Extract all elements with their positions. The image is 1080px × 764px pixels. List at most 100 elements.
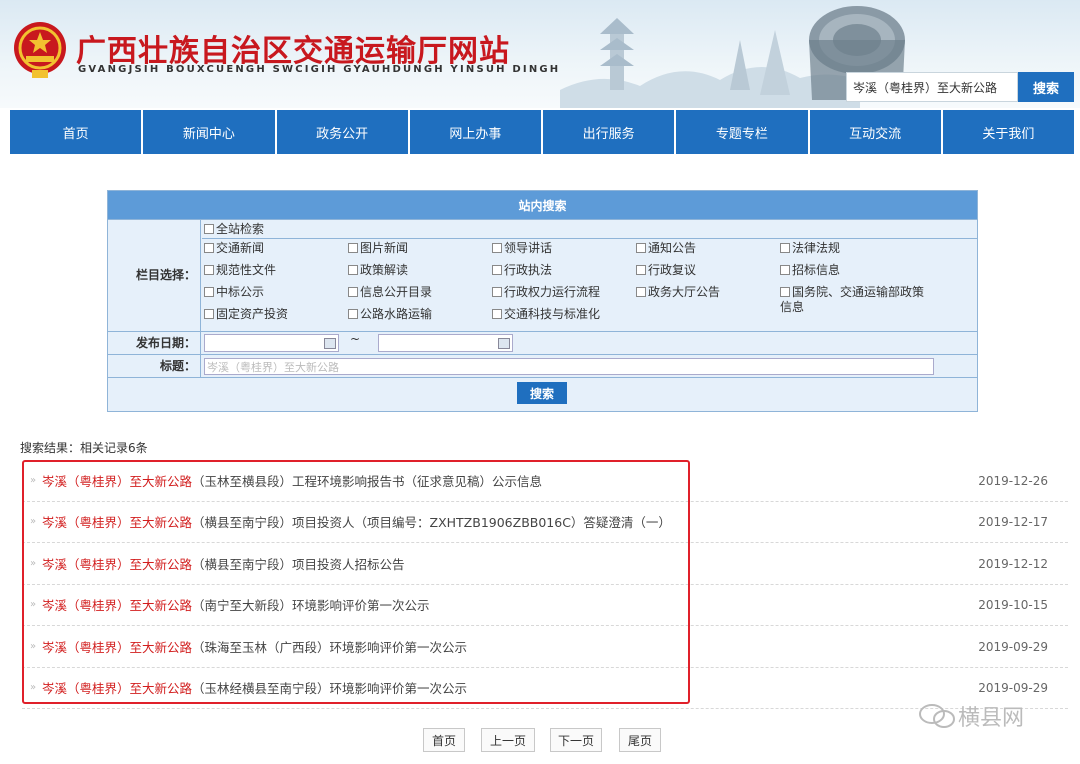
header-search-button[interactable]: 搜索 bbox=[1018, 72, 1074, 102]
checkbox-category[interactable]: 交通新闻 bbox=[204, 241, 264, 256]
checkbox-category[interactable]: 招标信息 bbox=[780, 263, 840, 278]
checkbox-icon[interactable] bbox=[348, 309, 358, 319]
checkbox-icon[interactable] bbox=[780, 243, 790, 253]
checkbox-icon[interactable] bbox=[348, 287, 358, 297]
list-item[interactable]: » 岑溪（粤桂界）至大新公路 （珠海至玉林（广西段）环境影响评价第一次公示 20… bbox=[22, 626, 1068, 668]
watermark: 横县网 bbox=[918, 700, 1024, 732]
calendar-icon[interactable] bbox=[324, 338, 336, 349]
result-title[interactable]: （珠海至玉林（广西段）环境影响评价第一次公示 bbox=[192, 637, 467, 656]
result-highlight[interactable]: 岑溪（粤桂界）至大新公路 bbox=[42, 512, 192, 531]
checkbox-category[interactable]: 信息公开目录 bbox=[348, 285, 432, 300]
nav-item-online-services[interactable]: 网上办事 bbox=[409, 110, 543, 154]
checkbox-category[interactable]: 通知公告 bbox=[636, 241, 696, 256]
checkbox-category[interactable]: 规范性文件 bbox=[204, 263, 276, 278]
list-item[interactable]: » 岑溪（粤桂界）至大新公路 （玉林至横县段）工程环境影响报告书（征求意见稿）公… bbox=[22, 460, 1068, 502]
list-item[interactable]: » 岑溪（粤桂界）至大新公路 （横县至南宁段）项目投资人招标公告 2019-12… bbox=[22, 543, 1068, 585]
panel-search-button[interactable]: 搜索 bbox=[517, 382, 567, 404]
pager-prev-button[interactable]: 上一页 bbox=[481, 728, 535, 752]
checkbox-category[interactable]: 政策解读 bbox=[348, 263, 408, 278]
result-title[interactable]: （横县至南宁段）项目投资人（项目编号：ZXHTZB1906ZBB016C）答疑澄… bbox=[192, 512, 671, 531]
checkbox-icon[interactable] bbox=[204, 287, 214, 297]
checkbox-icon[interactable] bbox=[636, 287, 646, 297]
result-highlight[interactable]: 岑溪（粤桂界）至大新公路 bbox=[42, 595, 192, 614]
result-title[interactable]: （玉林至横县段）工程环境影响报告书（征求意见稿）公示信息 bbox=[192, 471, 542, 490]
list-item[interactable]: » 岑溪（粤桂界）至大新公路 （玉林经横县至南宁段）环境影响评价第一次公示 20… bbox=[22, 668, 1068, 709]
result-date: 2019-12-12 bbox=[978, 556, 1048, 571]
double-chevron-icon: » bbox=[30, 474, 37, 486]
result-date: 2019-12-26 bbox=[978, 473, 1048, 488]
title-row: 标题： bbox=[108, 354, 977, 377]
checkbox-icon[interactable] bbox=[636, 243, 646, 253]
result-title[interactable]: （南宁至大新段）环境影响评价第一次公示 bbox=[192, 595, 430, 614]
nav-item-home[interactable]: 首页 bbox=[10, 110, 144, 154]
checkbox-category[interactable]: 行政权力运行流程 bbox=[492, 285, 600, 300]
result-highlight[interactable]: 岑溪（粤桂界）至大新公路 bbox=[42, 471, 192, 490]
title-label: 标题： bbox=[108, 355, 201, 377]
result-highlight[interactable]: 岑溪（粤桂界）至大新公路 bbox=[42, 637, 192, 656]
main-nav: 首页 新闻中心 政务公开 网上办事 出行服务 专题专栏 互动交流 关于我们 bbox=[10, 110, 1074, 154]
national-emblem-icon bbox=[14, 22, 66, 78]
list-item[interactable]: » 岑溪（粤桂界）至大新公路 （南宁至大新段）环境影响评价第一次公示 2019-… bbox=[22, 585, 1068, 626]
date-separator: ~ bbox=[350, 332, 361, 346]
pager-last-button[interactable]: 尾页 bbox=[619, 728, 661, 752]
checkbox-icon[interactable] bbox=[492, 287, 502, 297]
result-title[interactable]: （横县至南宁段）项目投资人招标公告 bbox=[192, 554, 405, 573]
date-row: 发布日期： ~ bbox=[108, 331, 977, 354]
checkbox-icon[interactable] bbox=[492, 243, 502, 253]
checkbox-icon[interactable] bbox=[204, 309, 214, 319]
pager-first-button[interactable]: 首页 bbox=[423, 728, 465, 752]
nav-item-travel[interactable]: 出行服务 bbox=[543, 110, 677, 154]
nav-item-about[interactable]: 关于我们 bbox=[942, 110, 1074, 154]
list-item[interactable]: » 岑溪（粤桂界）至大新公路 （横县至南宁段）项目投资人（项目编号：ZXHTZB… bbox=[22, 502, 1068, 543]
checkbox-icon[interactable] bbox=[492, 309, 502, 319]
site-header: 广西壮族自治区交通运输厅网站 GVANGJSIH BOUXCUENGH SWCI… bbox=[0, 0, 1080, 108]
checkbox-icon[interactable] bbox=[204, 265, 214, 275]
result-list: » 岑溪（粤桂界）至大新公路 （玉林至横县段）工程环境影响报告书（征求意见稿）公… bbox=[22, 460, 1068, 709]
calendar-icon[interactable] bbox=[498, 338, 510, 349]
header-search-input[interactable] bbox=[846, 72, 1018, 102]
checkbox-icon[interactable] bbox=[348, 243, 358, 253]
checkbox-category[interactable]: 政务大厅公告 bbox=[636, 285, 720, 300]
checkbox-icon[interactable] bbox=[348, 265, 358, 275]
checkbox-category[interactable]: 行政执法 bbox=[492, 263, 552, 278]
checkbox-category[interactable]: 公路水路运输 bbox=[348, 307, 432, 322]
double-chevron-icon: » bbox=[30, 557, 37, 569]
checkbox-all-site[interactable]: 全站检索 bbox=[204, 222, 264, 237]
result-highlight[interactable]: 岑溪（粤桂界）至大新公路 bbox=[42, 678, 192, 697]
result-date: 2019-09-29 bbox=[978, 639, 1048, 654]
checkbox-category[interactable]: 固定资产投资 bbox=[204, 307, 288, 322]
checkbox-icon[interactable] bbox=[780, 287, 790, 297]
site-search-panel: 站内搜索 栏目选择： 全站检索 交通新闻 图片新闻 领导讲话 通知公告 法律法规… bbox=[107, 190, 978, 412]
wechat-icon bbox=[919, 704, 955, 728]
pager-next-button[interactable]: 下一页 bbox=[550, 728, 602, 752]
checkbox-category[interactable]: 行政复议 bbox=[636, 263, 696, 278]
checkbox-icon[interactable] bbox=[492, 265, 502, 275]
result-highlight[interactable]: 岑溪（粤桂界）至大新公路 bbox=[42, 554, 192, 573]
double-chevron-icon: » bbox=[30, 516, 37, 528]
nav-item-topics[interactable]: 专题专栏 bbox=[676, 110, 810, 154]
checkbox-category[interactable]: 交通科技与标准化 bbox=[492, 307, 600, 322]
checkbox-category[interactable]: 国务院、交通运输部政策信息 bbox=[780, 285, 930, 315]
checkbox-icon[interactable] bbox=[204, 243, 214, 253]
checkbox-icon[interactable] bbox=[780, 265, 790, 275]
double-chevron-icon: » bbox=[30, 682, 37, 694]
date-to-input[interactable] bbox=[378, 334, 513, 352]
watermark-text: 横县网 bbox=[958, 706, 1025, 731]
checkbox-category[interactable]: 中标公示 bbox=[204, 285, 264, 300]
nav-item-news[interactable]: 新闻中心 bbox=[143, 110, 277, 154]
checkbox-category[interactable]: 领导讲话 bbox=[492, 241, 552, 256]
result-title[interactable]: （玉林经横县至南宁段）环境影响评价第一次公示 bbox=[192, 678, 467, 697]
title-search-input[interactable] bbox=[204, 358, 934, 375]
checkbox-category[interactable]: 图片新闻 bbox=[348, 241, 408, 256]
nav-item-interaction[interactable]: 互动交流 bbox=[809, 110, 943, 154]
double-chevron-icon: » bbox=[30, 599, 37, 611]
column-select-row: 栏目选择： 全站检索 交通新闻 图片新闻 领导讲话 通知公告 法律法规 规范性文… bbox=[108, 219, 977, 331]
date-from-input[interactable] bbox=[204, 334, 339, 352]
nav-item-government[interactable]: 政务公开 bbox=[276, 110, 410, 154]
double-chevron-icon: » bbox=[30, 640, 37, 652]
checkbox-icon[interactable] bbox=[204, 224, 214, 234]
result-date: 2019-10-15 bbox=[978, 598, 1048, 612]
checkbox-category[interactable]: 法律法规 bbox=[780, 241, 840, 256]
result-date: 2019-12-17 bbox=[978, 515, 1048, 529]
checkbox-icon[interactable] bbox=[636, 265, 646, 275]
